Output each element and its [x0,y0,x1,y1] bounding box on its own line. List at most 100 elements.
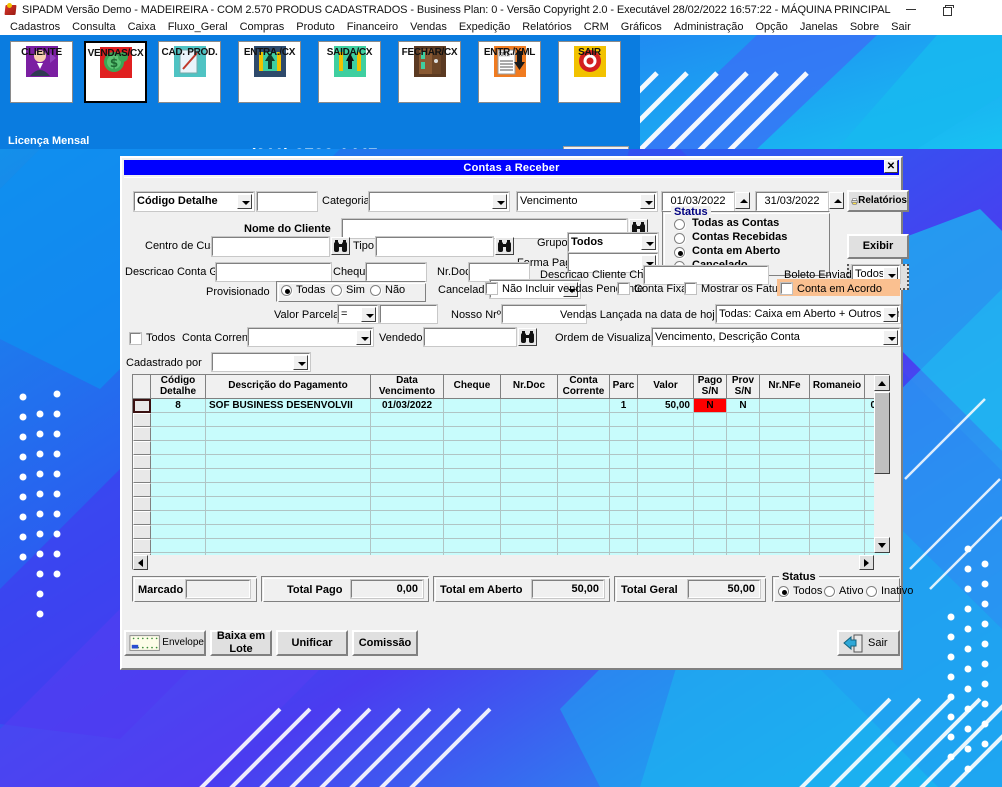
table-cell[interactable] [558,441,610,455]
table-cell[interactable] [760,399,810,413]
vertical-scroll-thumb[interactable] [874,392,890,474]
table-cell[interactable] [444,525,501,539]
table-cell[interactable] [638,497,694,511]
table-cell[interactable] [501,413,558,427]
vendedor-search-button[interactable] [518,328,537,346]
grid-column-header[interactable]: Descrição do Pagamento [206,375,371,399]
table-cell[interactable] [558,511,610,525]
table-cell[interactable] [151,483,206,497]
table-cell[interactable] [501,441,558,455]
table-cell[interactable] [694,413,727,427]
table-cell[interactable] [694,427,727,441]
toolbar-button-cliente[interactable]: CLIENTE [10,41,73,103]
table-cell[interactable] [638,441,694,455]
table-row[interactable] [133,441,889,455]
grid-column-header[interactable]: Cheque [444,375,501,399]
table-cell[interactable] [371,525,444,539]
table-cell[interactable]: N [727,399,760,413]
grid-column-header[interactable] [133,375,151,399]
centro-custo-input[interactable] [211,236,330,257]
grid-horizontal-scrollbar[interactable] [133,555,890,570]
toolbar-button-vendas-cx[interactable]: $ VENDAS/CX [84,41,147,103]
valor-parcela-input[interactable] [379,304,438,324]
table-cell[interactable] [444,399,501,413]
table-cell[interactable] [151,441,206,455]
table-cell[interactable] [810,483,865,497]
grid-column-header[interactable]: Conta Corrente [558,375,610,399]
table-cell[interactable] [206,497,371,511]
menu-item-cadastros[interactable]: Cadastros [4,21,66,33]
nao-incluir-vendas-pendente-checkbox[interactable] [485,282,498,295]
menu-item-opcao[interactable]: Opção [749,21,793,33]
table-cell[interactable] [610,497,638,511]
grupo-select[interactable]: Todos [567,232,659,253]
table-cell[interactable] [810,469,865,483]
tipo-input[interactable] [375,236,494,257]
table-cell[interactable] [558,455,610,469]
table-cell[interactable] [558,497,610,511]
table-cell[interactable] [760,441,810,455]
nrdoc-input[interactable] [468,262,530,282]
table-cell[interactable] [151,427,206,441]
toolbar-button-saida-cx[interactable]: SAIDA/CX [318,41,381,103]
table-cell[interactable] [810,539,865,553]
table-cell[interactable] [760,413,810,427]
table-cell[interactable] [810,525,865,539]
row-selector-cell[interactable] [133,483,151,497]
table-cell[interactable]: 1 [610,399,638,413]
provisionado-radio-sim[interactable] [331,285,342,296]
toolbar-button-entrada-cx[interactable]: ENTRA./CX [238,41,301,103]
table-cell[interactable] [558,399,610,413]
table-cell[interactable] [610,469,638,483]
menu-item-janelas[interactable]: Janelas [794,21,844,33]
menu-item-consulta[interactable]: Consulta [66,21,121,33]
maximize-button[interactable] [928,0,966,19]
table-cell[interactable] [760,427,810,441]
table-cell[interactable] [371,413,444,427]
row-selector-cell[interactable] [133,539,151,553]
table-cell[interactable] [810,511,865,525]
menu-item-financeiro[interactable]: Financeiro [341,21,404,33]
codigo-detalhe-select[interactable]: Código Detalhe [133,191,255,212]
provisionado-radio-todas[interactable] [281,285,292,296]
table-cell[interactable] [501,525,558,539]
table-cell[interactable] [810,399,865,413]
vencimento-select[interactable]: Vencimento [516,191,658,212]
dialog-close-button[interactable]: ✕ [884,160,898,173]
vendedor-input[interactable] [423,327,517,347]
table-cell[interactable] [501,497,558,511]
table-cell[interactable] [694,441,727,455]
table-row[interactable] [133,413,889,427]
table-cell[interactable] [206,469,371,483]
menu-item-sobre[interactable]: Sobre [844,21,885,33]
row-selector-cell[interactable] [133,413,151,427]
table-cell[interactable] [558,539,610,553]
row-selector-cell[interactable] [133,497,151,511]
table-cell[interactable] [501,483,558,497]
table-cell[interactable] [558,483,610,497]
table-cell[interactable] [638,483,694,497]
table-cell[interactable] [558,469,610,483]
table-cell[interactable] [206,455,371,469]
relatorios-button[interactable]: Relatórios [847,190,909,212]
table-cell[interactable]: 01/03/2022 [371,399,444,413]
table-cell[interactable] [206,539,371,553]
table-cell[interactable] [501,399,558,413]
table-cell[interactable] [444,455,501,469]
menu-item-sair[interactable]: Sair [885,21,917,33]
scroll-up-button[interactable] [874,375,890,391]
provisionado-radio-nao[interactable] [370,285,381,296]
minimize-button[interactable] [892,0,930,19]
vendas-lancada-select[interactable]: Todas: Caixa em Aberto + Outros Lançamen… [715,304,901,324]
table-row[interactable] [133,427,889,441]
table-cell[interactable] [610,455,638,469]
toolbar-button-fechar-cx[interactable]: FECHAR/CX [398,41,461,103]
table-cell[interactable] [727,525,760,539]
table-cell[interactable] [694,469,727,483]
table-cell[interactable]: 50,00 [638,399,694,413]
grid-column-header[interactable]: Prov S/N [727,375,760,399]
menu-item-compras[interactable]: Compras [234,21,291,33]
table-cell[interactable] [371,497,444,511]
table-cell[interactable] [501,455,558,469]
table-cell[interactable] [151,455,206,469]
